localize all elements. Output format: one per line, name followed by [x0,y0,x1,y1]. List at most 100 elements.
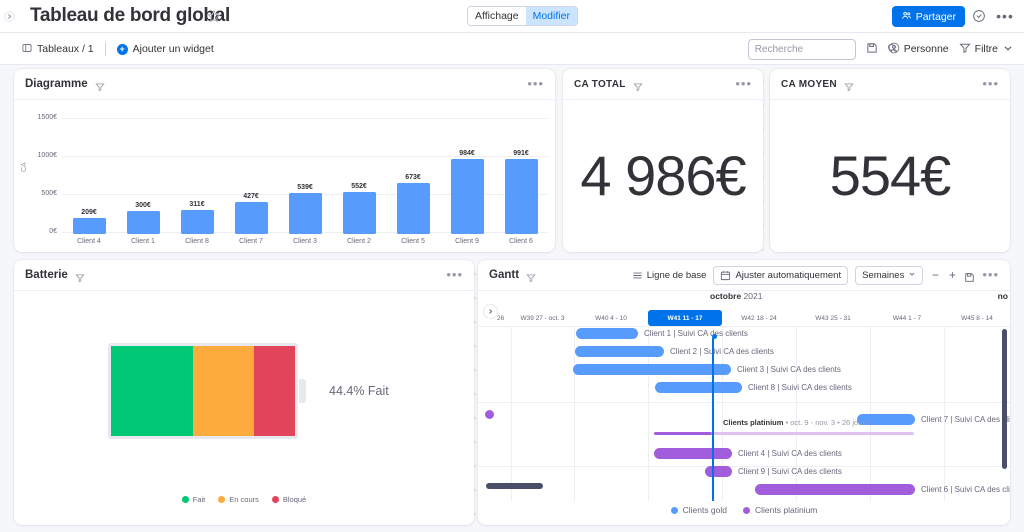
gantt-task-bar[interactable] [755,484,915,495]
gantt-vertical-scrollbar[interactable] [1002,329,1007,469]
legend-item: Bloqué [271,495,306,504]
bar-value-label: 300€ [135,202,151,210]
gantt-body: octobre 2021 no 26 W39 27 - oct. 3 W40 4 -… [478,291,1010,525]
bar-column[interactable]: 209€ Client 4 [62,209,116,245]
bar-value-label: 991€ [513,149,529,157]
share-button[interactable]: Partager [891,6,965,27]
gantt-grid: Client 1 | Suivi CA des clients Client 2 … [478,326,1010,501]
gantt-task-bar[interactable] [575,346,664,357]
autofit-button[interactable]: Ajuster automatiquement [713,265,849,285]
bar[interactable] [504,158,538,234]
zoom-in-button[interactable]: + [947,268,957,282]
funnel-icon[interactable] [95,79,105,92]
more-horizontal-icon[interactable]: ••• [996,7,1014,25]
gantt-week-cell[interactable]: W45 8 - 14 [944,310,1010,326]
gantt-week-cell[interactable]: W40 4 - 10 [574,310,648,326]
battery-summary-label: 44.4% Fait [329,384,389,398]
y-axis-tick: 1500€ [37,114,57,121]
bar-column[interactable]: 673€ Client 5 [386,174,440,245]
kpi-body-ca-moyen: 554€ [770,100,1010,251]
gantt-horizontal-scrollbar[interactable] [486,483,543,489]
x-axis-tick: Client 3 [293,238,317,245]
gantt-task-bar[interactable] [654,448,732,459]
sidebar-toggle-button[interactable] [0,0,18,33]
legend-dot [181,496,189,503]
gantt-task-bar[interactable] [576,328,638,339]
gantt-task-bar[interactable] [573,364,731,375]
bar[interactable] [180,210,214,234]
widget-menu-button[interactable]: ••• [446,268,463,281]
widget-menu-button[interactable]: ••• [982,268,999,281]
gantt-task-label: Client 4 | Suivi CA des clients [738,449,842,458]
bar-series: 209€ Client 4 300€ Client 1 311€ Client 8 427€… [62,100,548,251]
view-mode-toggle: Affichage Modifier [467,6,578,26]
gantt-task-bar[interactable] [655,382,742,393]
gantt-task-bar[interactable] [705,466,732,477]
gantt-week-cell[interactable]: W44 1 - 7 [870,310,944,326]
bar[interactable] [342,192,376,234]
bar[interactable] [72,218,106,234]
search-box[interactable] [747,38,896,60]
funnel-icon[interactable] [526,270,536,283]
save-view-button[interactable] [866,42,878,57]
gantt-week-cell[interactable]: W43 25 - 31 [796,310,870,326]
funnel-icon[interactable] [633,79,643,92]
bar-column[interactable]: 427€ Client 7 [224,193,278,245]
gantt-week-current[interactable]: W41 11 - 17 [648,310,722,326]
tab-affichage[interactable]: Affichage [468,7,526,25]
bar[interactable] [396,182,430,234]
funnel-icon[interactable] [75,270,85,283]
bar[interactable] [450,159,484,234]
tab-modifier[interactable]: Modifier [525,7,577,25]
battery-segment-en-cours[interactable] [192,346,254,436]
bar-column[interactable]: 552€ Client 2 [332,183,386,245]
widget-header-ca-moyen: CA MOYEN ••• [770,69,1010,100]
bar[interactable] [288,193,322,234]
gantt-week-cell[interactable]: W42 18 - 24 [722,310,796,326]
add-widget-button[interactable]: + Ajouter un widget [116,43,214,55]
bar-column[interactable]: 984€ Client 9 [440,150,494,245]
funnel-icon[interactable] [844,79,854,92]
gantt-collapse-button[interactable] [483,304,498,319]
boards-breadcrumb[interactable]: Tableaux / 1 [22,43,94,56]
gantt-row-separator [478,326,1010,327]
gantt-today-dot [711,334,717,339]
bar-column[interactable]: 539€ Client 3 [278,184,332,245]
baseline-button[interactable]: Ligne de base [632,270,706,281]
legend-dot [271,496,279,503]
person-filter-button[interactable]: Personne [888,42,949,57]
gantt-week-cell[interactable]: W39 27 - oct. 3 [511,310,574,326]
legend-item: Clients platinium [743,505,817,515]
bar-column[interactable]: 991€ Client 6 [494,150,548,245]
dashboard-canvas: Diagramme ••• CA 0€ 500€ 1000€ 1500€ 209€ Cl… [0,65,1024,532]
toolbar-divider [104,42,106,56]
export-icon[interactable] [964,270,975,282]
battery-segment-bloqué[interactable] [253,346,295,436]
favorite-star-icon[interactable] [207,9,221,23]
bar-value-label: 673€ [405,173,421,181]
boards-label: Tableaux / 1 [37,43,94,55]
gantt-group-range [654,432,712,435]
battery-body: 44.4% Fait Fait En cours Bloqué [14,291,474,524]
x-axis-tick: Client 9 [455,238,479,245]
widget-menu-button[interactable]: ••• [527,77,544,90]
bar-column[interactable]: 311€ Client 8 [170,201,224,245]
widget-title: Batterie [25,269,68,281]
gantt-task-label: Client 9 | Suivi CA des clients [738,467,842,476]
zoom-level-select[interactable]: Semaines [855,265,924,285]
legend-label: Clients platinium [755,505,818,515]
zoom-level-label: Semaines [862,269,905,281]
bar-value-label: 552€ [351,183,367,191]
gantt-toolbar: Ligne de base Ajuster automatiquement Se… [632,265,999,285]
notification-icon[interactable] [970,7,988,25]
legend-label: En cours [229,495,259,504]
filter-button[interactable]: Filtre [959,42,1014,57]
bar[interactable] [234,201,268,234]
battery-segment-fait[interactable] [111,346,193,436]
zoom-out-button[interactable]: − [930,268,940,282]
gantt-group-range-remaining [712,432,914,435]
widget-menu-button[interactable]: ••• [735,77,752,90]
bar-column[interactable]: 300€ Client 1 [116,202,170,245]
bar[interactable] [126,211,160,234]
widget-menu-button[interactable]: ••• [982,77,999,90]
